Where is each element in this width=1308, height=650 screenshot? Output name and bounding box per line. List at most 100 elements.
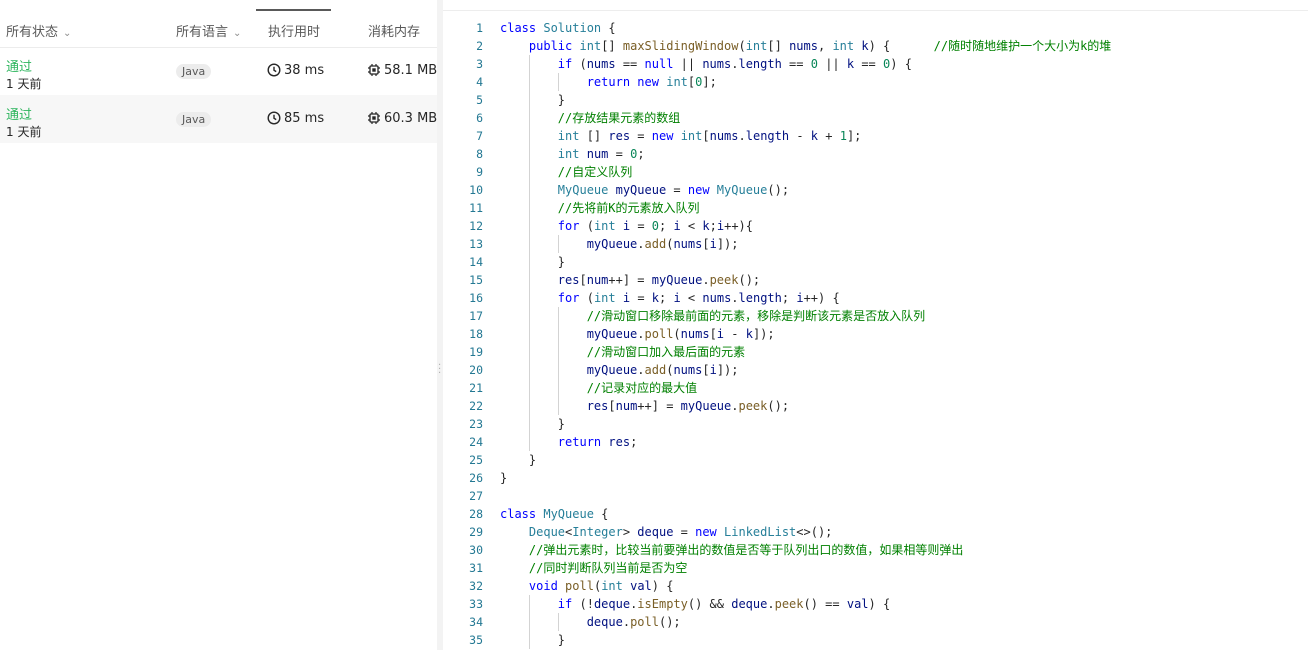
code-line[interactable]: 3 if (nums == null || nums.length == 0 |… — [443, 55, 1308, 73]
line-number: 6 — [476, 111, 483, 125]
status-accepted-link[interactable]: 通过 — [6, 56, 32, 75]
clock-icon — [267, 63, 281, 77]
submissions-header: 所有状态 ⌄ 所有语言 ⌄ 执行用时 消耗内存 — [0, 11, 437, 48]
code-text: myQueue.add(nums[i]); — [586, 237, 739, 251]
code-line[interactable]: 23 } — [443, 415, 1308, 433]
language-filter-label: 所有语言 — [176, 25, 229, 40]
line-number: 23 — [469, 417, 483, 431]
code-text: class MyQueue { — [500, 507, 609, 521]
code-line[interactable]: 2 public int[] maxSlidingWindow(int[] nu… — [443, 37, 1308, 55]
code-line[interactable]: 11 //先将前K的元素放入队列 — [443, 199, 1308, 217]
code-text: return new int[0]; — [586, 75, 717, 89]
line-number: 30 — [469, 543, 483, 557]
code-line[interactable]: 25 } — [443, 451, 1308, 469]
line-number: 29 — [469, 525, 483, 539]
code-text: //记录对应的最大值 — [586, 381, 698, 395]
code-line[interactable]: 10 MyQueue myQueue = new MyQueue(); — [443, 181, 1308, 199]
code-line[interactable]: 35 } — [443, 631, 1308, 649]
submissions-panel: 所有状态 ⌄ 所有语言 ⌄ 执行用时 消耗内存 通过 1 天前 Java 38 ms… — [0, 0, 437, 650]
status-filter-label: 所有状态 — [6, 25, 59, 40]
status-filter[interactable]: 所有状态 ⌄ — [6, 21, 71, 40]
code-text: int num = 0; — [557, 147, 645, 161]
code-line[interactable]: 4 return new int[0]; — [443, 73, 1308, 91]
line-number: 18 — [469, 327, 483, 341]
line-number: 3 — [476, 57, 483, 71]
code-line[interactable]: 32 void poll(int val) { — [443, 577, 1308, 595]
line-number: 32 — [469, 579, 483, 593]
code-line[interactable]: 9 //自定义队列 — [443, 163, 1308, 181]
code-line[interactable]: 7 int [] res = new int[nums.length - k +… — [443, 127, 1308, 145]
runtime-column-header[interactable]: 执行用时 — [268, 21, 320, 40]
memory-column-header[interactable]: 消耗内存 — [368, 21, 420, 40]
runtime-text: 85 ms — [284, 111, 325, 126]
code-line[interactable]: 24 return res; — [443, 433, 1308, 451]
code-line[interactable]: 8 int num = 0; — [443, 145, 1308, 163]
code-line[interactable]: 31 //同时判断队列当前是否为空 — [443, 559, 1308, 577]
submission-time: 1 天前 — [6, 77, 42, 91]
line-number: 1 — [476, 21, 483, 35]
code-line[interactable]: 27 — [443, 487, 1308, 505]
code-editor[interactable]: 1 class Solution {2 public int[] maxSlidi… — [443, 19, 1308, 649]
code-line[interactable]: 19 //滑动窗口加入最后面的元素 — [443, 343, 1308, 361]
code-line[interactable]: 18 myQueue.poll(nums[i - k]); — [443, 325, 1308, 343]
code-line[interactable]: 22 res[num++] = myQueue.peek(); — [443, 397, 1308, 415]
code-text: public int[] maxSlidingWindow(int[] nums… — [528, 39, 1112, 53]
code-text: Deque<Integer> deque = new LinkedList<>(… — [528, 525, 833, 539]
line-number: 21 — [469, 381, 483, 395]
line-number: 24 — [469, 435, 483, 449]
submission-row[interactable]: 通过 1 天前 Java 85 ms 60.3 MB — [0, 95, 437, 143]
code-line[interactable]: 28 class MyQueue { — [443, 505, 1308, 523]
code-text: //滑动窗口加入最后面的元素 — [586, 345, 746, 359]
code-text: //自定义队列 — [557, 165, 633, 179]
code-line[interactable]: 12 for (int i = 0; i < k;i++){ — [443, 217, 1308, 235]
line-number: 22 — [469, 399, 483, 413]
code-line[interactable]: 5 } — [443, 91, 1308, 109]
drag-handle-icon[interactable]: · · · — [438, 361, 441, 379]
code-line[interactable]: 21 //记录对应的最大值 — [443, 379, 1308, 397]
code-line[interactable]: 29 Deque<Integer> deque = new LinkedList… — [443, 523, 1308, 541]
code-line[interactable]: 20 myQueue.add(nums[i]); — [443, 361, 1308, 379]
code-text: MyQueue myQueue = new MyQueue(); — [557, 183, 790, 197]
code-line[interactable]: 14 } — [443, 253, 1308, 271]
code-line[interactable]: 1 class Solution { — [443, 19, 1308, 37]
code-line[interactable]: 17 //滑动窗口移除最前面的元素，移除是判断该元素是否放入队列 — [443, 307, 1308, 325]
line-number: 10 — [469, 183, 483, 197]
line-number: 16 — [469, 291, 483, 305]
memory-text: 58.1 MB — [384, 63, 438, 78]
submission-row[interactable]: 通过 1 天前 Java 38 ms 58.1 MB — [0, 47, 437, 95]
runtime-value: 85 ms — [267, 111, 324, 126]
code-text: if (nums == null || nums.length == 0 || … — [557, 57, 912, 71]
code-text: //滑动窗口移除最前面的元素，移除是判断该元素是否放入队列 — [586, 309, 926, 323]
line-number: 19 — [469, 345, 483, 359]
code-text: int [] res = new int[nums.length - k + 1… — [557, 129, 862, 143]
code-line[interactable]: 16 for (int i = k; i < nums.length; i++)… — [443, 289, 1308, 307]
editor-top-border — [443, 10, 1308, 11]
code-text: void poll(int val) { — [528, 579, 674, 593]
code-text: //先将前K的元素放入队列 — [557, 201, 700, 215]
status-accepted-link[interactable]: 通过 — [6, 104, 32, 123]
runtime-text: 38 ms — [284, 63, 325, 78]
memory-value: 60.3 MB — [367, 111, 437, 126]
line-number: 17 — [469, 309, 483, 323]
code-text: myQueue.add(nums[i]); — [586, 363, 739, 377]
code-line[interactable]: 34 deque.poll(); — [443, 613, 1308, 631]
code-line[interactable]: 30 //弹出元素时，比较当前要弹出的数值是否等于队列出口的数值，如果相等则弹出 — [443, 541, 1308, 559]
code-text: res[num++] = myQueue.peek(); — [586, 399, 790, 413]
language-filter[interactable]: 所有语言 ⌄ — [176, 21, 241, 40]
code-text: res[num++] = myQueue.peek(); — [557, 273, 761, 287]
code-text: //存放结果元素的数组 — [557, 111, 681, 125]
chip-icon — [368, 64, 380, 76]
code-text: } — [500, 471, 508, 485]
code-line[interactable]: 6 //存放结果元素的数组 — [443, 109, 1308, 127]
chevron-down-icon: ⌄ — [233, 28, 242, 39]
line-number: 2 — [476, 39, 483, 53]
code-line[interactable]: 15 res[num++] = myQueue.peek(); — [443, 271, 1308, 289]
code-line[interactable]: 33 if (!deque.isEmpty() && deque.peek() … — [443, 595, 1308, 613]
code-line[interactable]: 13 myQueue.add(nums[i]); — [443, 235, 1308, 253]
runtime-value: 38 ms — [267, 63, 324, 78]
line-number: 27 — [469, 489, 483, 503]
line-number: 7 — [476, 129, 483, 143]
code-text: deque.poll(); — [586, 615, 681, 629]
code-text: } — [500, 255, 566, 269]
code-line[interactable]: 26} — [443, 469, 1308, 487]
